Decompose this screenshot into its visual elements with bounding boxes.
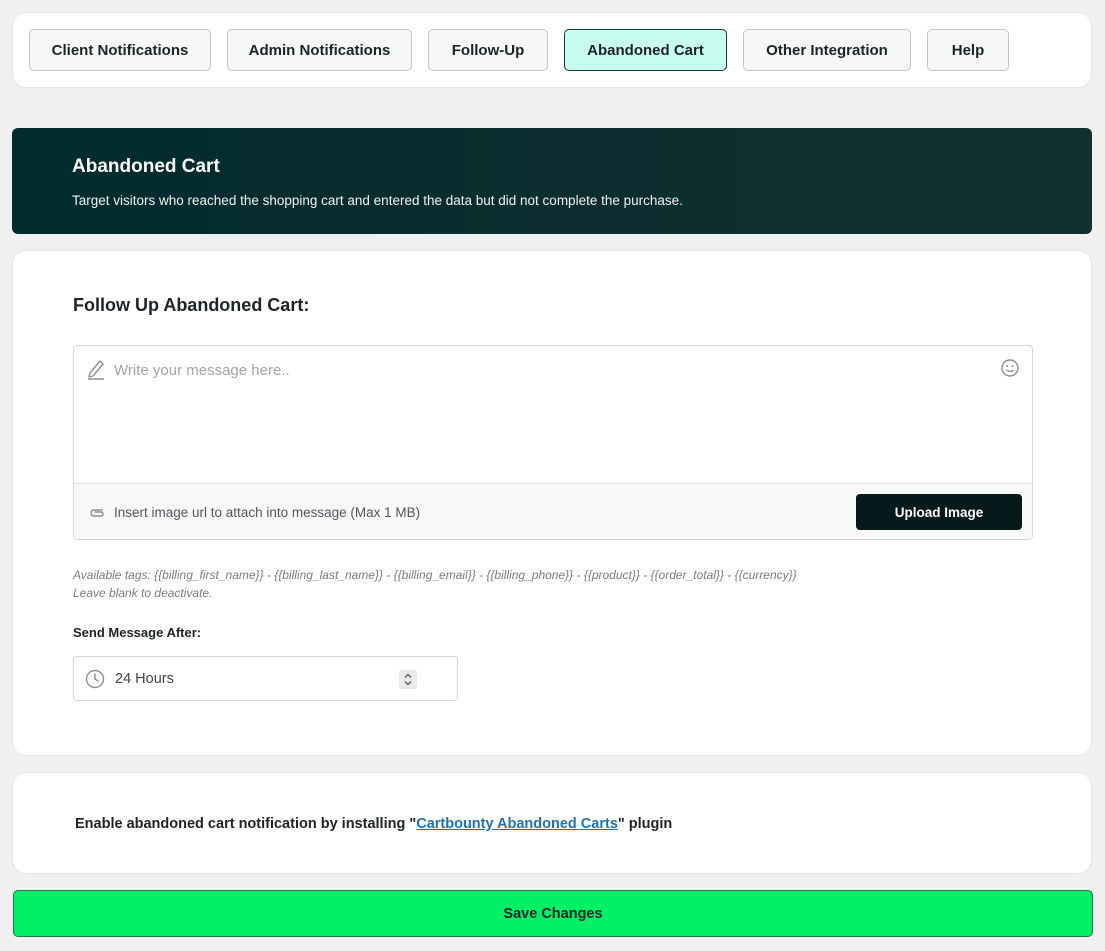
message-textarea[interactable]: Write your message here.. bbox=[74, 346, 1032, 483]
tab-client-notifications[interactable]: Client Notifications bbox=[29, 29, 211, 71]
image-url-input[interactable]: Insert image url to attach into message … bbox=[114, 505, 420, 520]
available-tags-hint: Available tags: {{billing_first_name}} -… bbox=[73, 568, 797, 582]
cartbounty-plugin-link[interactable]: Cartbounty Abandoned Carts bbox=[416, 816, 618, 832]
pencil-icon bbox=[88, 360, 104, 380]
save-changes-button[interactable]: Save Changes bbox=[13, 890, 1093, 937]
plugin-notice-prefix: Enable abandoned cart notification by in… bbox=[75, 816, 417, 832]
send-after-select[interactable]: 24 Hours bbox=[73, 656, 458, 701]
send-after-label: Send Message After: bbox=[73, 625, 202, 640]
hero-banner: Abandoned Cart Target visitors who reach… bbox=[12, 128, 1092, 234]
paperclip-icon bbox=[90, 509, 104, 517]
tab-bar: Client Notifications Admin Notifications… bbox=[12, 12, 1092, 88]
chevron-up-down-icon[interactable] bbox=[399, 670, 417, 689]
tab-abandoned-cart[interactable]: Abandoned Cart bbox=[564, 29, 727, 71]
deactivate-hint: Leave blank to deactivate. bbox=[73, 586, 213, 600]
attach-image-bar: Insert image url to attach into message … bbox=[74, 483, 1032, 539]
plugin-notice-text: Enable abandoned cart notification by in… bbox=[75, 816, 672, 832]
hero-description: Target visitors who reached the shopping… bbox=[72, 193, 683, 208]
tab-help[interactable]: Help bbox=[927, 29, 1009, 71]
hero-title: Abandoned Cart bbox=[72, 156, 220, 177]
message-placeholder: Write your message here.. bbox=[114, 362, 290, 379]
tab-follow-up[interactable]: Follow-Up bbox=[428, 29, 548, 71]
clock-icon bbox=[85, 669, 105, 689]
plugin-notice-card: Enable abandoned cart notification by in… bbox=[12, 772, 1092, 874]
plugin-notice-suffix: " plugin bbox=[617, 816, 673, 832]
section-title: Follow Up Abandoned Cart: bbox=[73, 295, 310, 315]
tab-other-integration[interactable]: Other Integration bbox=[743, 29, 911, 71]
send-after-value: 24 Hours bbox=[115, 671, 174, 687]
emoji-icon[interactable] bbox=[1000, 358, 1020, 378]
upload-image-button[interactable]: Upload Image bbox=[856, 494, 1022, 530]
tab-admin-notifications[interactable]: Admin Notifications bbox=[227, 29, 412, 71]
followup-card: Follow Up Abandoned Cart: Write your mes… bbox=[12, 250, 1092, 756]
message-composer: Write your message here.. Insert image u… bbox=[73, 345, 1033, 540]
